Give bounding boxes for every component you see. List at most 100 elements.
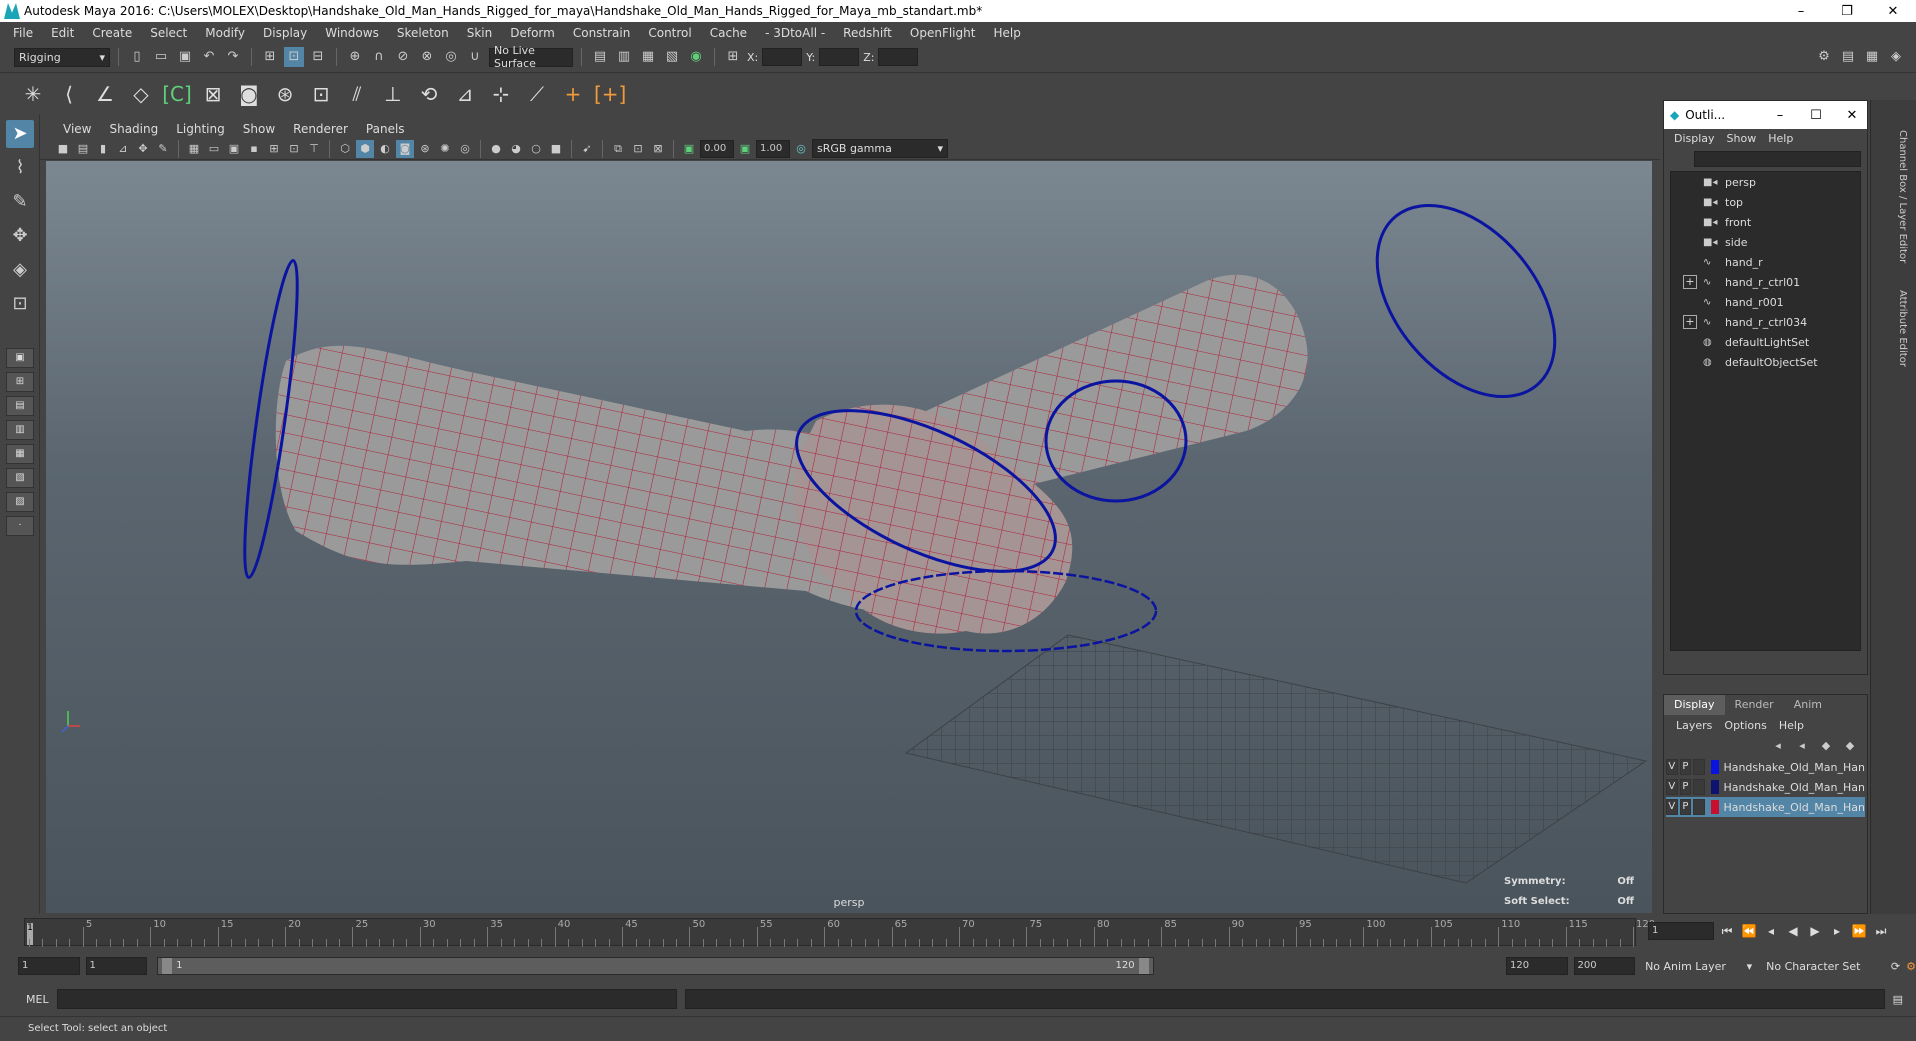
isolate-select-icon[interactable]: ➹ xyxy=(578,140,596,158)
pole-vector-icon[interactable]: ⟋ xyxy=(522,79,552,109)
layer-color-swatch[interactable] xyxy=(1710,780,1720,794)
layer-playback-toggle[interactable]: P xyxy=(1679,779,1692,795)
select-tool-icon[interactable]: ➤ xyxy=(6,120,34,148)
menu-cache[interactable]: Cache xyxy=(701,26,756,40)
range-slider[interactable]: 1 120 xyxy=(157,957,1154,975)
layer-display-type[interactable] xyxy=(1693,799,1705,815)
rotate-tool-icon[interactable]: ◈ xyxy=(6,256,34,284)
current-time-indicator[interactable]: 1 xyxy=(27,923,33,945)
animation-end-field[interactable]: 200 xyxy=(1573,957,1636,975)
view-transform-dropdown[interactable]: sRGB gamma ▾ xyxy=(812,139,948,158)
menu-skeleton[interactable]: Skeleton xyxy=(388,26,458,40)
step-forward-frame-icon[interactable]: ▸ xyxy=(1828,922,1846,940)
render-view-icon[interactable]: ▤ xyxy=(590,47,610,67)
exposure-icon[interactable]: ▣ xyxy=(680,140,698,158)
lattice-icon[interactable]: ⊠ xyxy=(198,79,228,109)
multisample-aa-icon[interactable]: ○ xyxy=(527,140,545,158)
orient-constraint-icon[interactable]: ⟲ xyxy=(414,79,444,109)
tab-anim[interactable]: Anim xyxy=(1784,695,1832,715)
layer-menu-options[interactable]: Options xyxy=(1718,719,1772,732)
depth-of-field-icon[interactable]: ■ xyxy=(547,140,565,158)
grease-pencil-icon[interactable]: ✎ xyxy=(154,140,172,158)
select-object-icon[interactable]: ⊡ xyxy=(284,47,304,67)
color-management-icon[interactable]: ◎ xyxy=(792,140,810,158)
tab-display[interactable]: Display xyxy=(1664,695,1725,715)
layer-color-swatch[interactable] xyxy=(1710,800,1720,814)
scale-constraint-icon[interactable]: ⊿ xyxy=(450,79,480,109)
redo-icon[interactable]: ↷ xyxy=(223,47,243,67)
menu-help[interactable]: Help xyxy=(984,26,1029,40)
time-slider[interactable]: 1 5 10 15 20 25 30 35 40 45 50 55 60 65 70 75 80 85 90 95 1… xyxy=(0,914,1916,948)
layer-row[interactable]: V P Handshake_Old_Man_Han xyxy=(1666,797,1865,817)
time-ruler[interactable]: 1 5 10 15 20 25 30 35 40 45 50 55 60 65 70 75 80 85 90 95 1… xyxy=(24,918,1655,947)
camera-select-icon[interactable]: ■ xyxy=(54,140,72,158)
layer-visibility-toggle[interactable]: V xyxy=(1666,799,1678,815)
layer-menu-layers[interactable]: Layers xyxy=(1670,719,1718,732)
snap-magnet-icon[interactable]: ∪ xyxy=(465,47,485,67)
expand-icon[interactable]: + xyxy=(1683,315,1697,329)
panel-menu-lighting[interactable]: Lighting xyxy=(167,122,234,136)
attribute-editor-tab[interactable]: Attribute Editor xyxy=(1897,290,1908,367)
perspective-viewport[interactable]: Symmetry: Off Soft Select: Off persp xyxy=(46,161,1652,913)
gate-mask-icon[interactable]: ▪ xyxy=(245,140,263,158)
bookmark-icon[interactable]: ▮ xyxy=(94,140,112,158)
character-set-dropdown[interactable]: No Character Set xyxy=(1762,956,1885,976)
outliner-item-hand-r-ctrl034[interactable]: + ∿ hand_r_ctrl034 xyxy=(1671,312,1860,332)
close-button[interactable]: ✕ xyxy=(1870,4,1916,19)
persp-uv-layout-icon[interactable]: ▧ xyxy=(6,468,34,488)
menu-openflight[interactable]: OpenFlight xyxy=(901,26,985,40)
range-start-handle[interactable] xyxy=(162,958,173,974)
step-back-frame-icon[interactable]: ◂ xyxy=(1762,922,1780,940)
menu-skin[interactable]: Skin xyxy=(458,26,502,40)
layer-visibility-toggle[interactable]: V xyxy=(1666,759,1678,775)
menu-deform[interactable]: Deform xyxy=(501,26,564,40)
outliner-item-default-object-set[interactable]: ◍ defaultObjectSet xyxy=(1671,352,1860,372)
outliner-item-hand-r001[interactable]: ∿ hand_r001 xyxy=(1671,292,1860,312)
move-layer-down-icon[interactable]: ◂ xyxy=(1793,737,1811,755)
playback-end-field[interactable]: 120 xyxy=(1505,957,1568,975)
hypershade-icon[interactable]: ◉ xyxy=(686,47,706,67)
mirror-joint-icon[interactable]: ◇ xyxy=(126,79,156,109)
auto-key-icon[interactable]: ⟳ xyxy=(1891,960,1900,973)
xray-joints-icon[interactable]: ⊡ xyxy=(629,140,647,158)
move-layer-up-icon[interactable]: ◂ xyxy=(1769,737,1787,755)
outliner-search-input[interactable] xyxy=(1694,151,1861,167)
layer-playback-toggle[interactable]: P xyxy=(1679,759,1692,775)
ipr-render-icon[interactable]: ▦ xyxy=(638,47,658,67)
menuset-dropdown[interactable]: Rigging ▾ xyxy=(14,47,110,67)
current-time-field[interactable]: 1 xyxy=(1648,922,1714,940)
smooth-shade-icon[interactable]: ⬢ xyxy=(356,139,374,158)
play-backwards-icon[interactable]: ◀ xyxy=(1784,922,1802,940)
channel-box-tab[interactable]: Channel Box / Layer Editor xyxy=(1897,130,1908,263)
select-component-icon[interactable]: ⊟ xyxy=(308,47,328,67)
ik-spline-icon[interactable]: ∠ xyxy=(90,79,120,109)
animation-start-field[interactable]: 1 xyxy=(18,957,80,975)
use-all-lights-icon[interactable]: ✺ xyxy=(436,140,454,158)
tab-render[interactable]: Render xyxy=(1725,695,1784,715)
2d-pan-zoom-icon[interactable]: ✥ xyxy=(134,140,152,158)
locator-icon[interactable]: + xyxy=(558,79,588,109)
point-constraint-icon[interactable]: ⫽ xyxy=(342,79,372,109)
outliner-item-hand-r[interactable]: ∿ hand_r xyxy=(1671,252,1860,272)
anim-layer-dropdown[interactable]: No Anim Layer ▾ xyxy=(1641,956,1757,976)
modeling-toolkit-icon[interactable]: ⚙ xyxy=(1814,47,1834,67)
render-frame-icon[interactable]: ▥ xyxy=(614,47,634,67)
snap-point-icon[interactable]: ⊘ xyxy=(393,47,413,67)
xray-icon[interactable]: ⧉ xyxy=(609,140,627,158)
gamma-field[interactable]: 1.00 xyxy=(756,139,790,158)
ik-handle-icon[interactable]: ⟨ xyxy=(54,79,84,109)
outliner-menu-show[interactable]: Show xyxy=(1721,132,1763,145)
safe-title-icon[interactable]: ⊤ xyxy=(305,140,323,158)
restore-button[interactable]: ❐ xyxy=(1824,4,1870,19)
outliner-item-side[interactable]: ■◂ side xyxy=(1671,232,1860,252)
script-editor-icon[interactable]: ▤ xyxy=(1893,993,1903,1006)
menu-display[interactable]: Display xyxy=(254,26,316,40)
undo-icon[interactable]: ↶ xyxy=(199,47,219,67)
wireframe-icon[interactable]: ⬡ xyxy=(336,140,354,158)
panel-menu-renderer[interactable]: Renderer xyxy=(284,122,357,136)
film-gate-icon[interactable]: ▭ xyxy=(205,140,223,158)
select-hierarchy-icon[interactable]: ⊞ xyxy=(260,47,280,67)
outliner-minimize-button[interactable]: – xyxy=(1765,108,1795,123)
z-field[interactable] xyxy=(878,48,919,66)
channel-box-toggle-icon[interactable]: ▦ xyxy=(1862,47,1882,67)
